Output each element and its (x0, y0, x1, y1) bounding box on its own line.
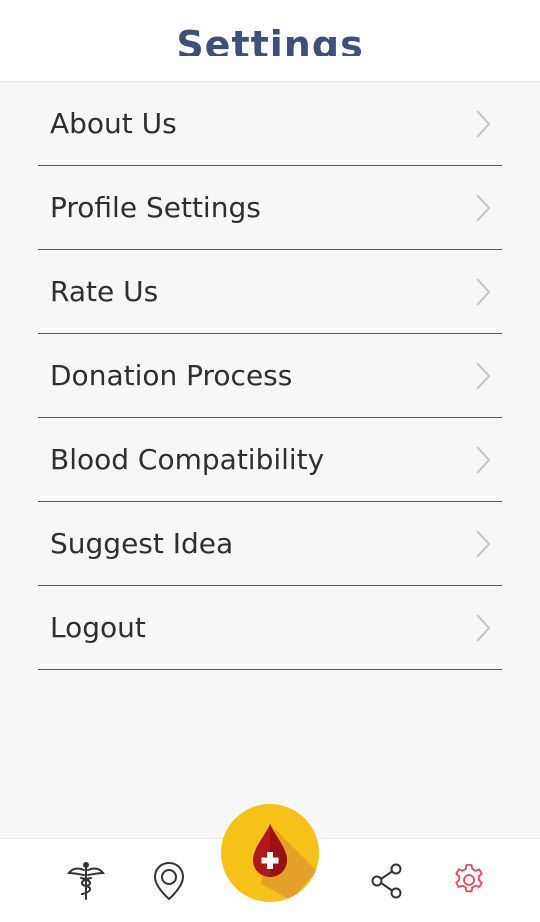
share-icon[interactable] (370, 863, 404, 899)
header-bar: Settings (0, 0, 540, 82)
menu-item-label: About Us (50, 107, 177, 140)
chevron-right-icon (476, 194, 491, 222)
menu-item-label: Rate Us (50, 275, 159, 308)
menu-item-donation-process[interactable]: Donation Process (38, 334, 502, 418)
menu-item-logout[interactable]: Logout (38, 586, 502, 670)
chevron-right-icon (476, 362, 491, 390)
settings-menu: About Us Profile Settings Rate Us Donati… (38, 82, 502, 670)
chevron-right-icon (476, 614, 491, 642)
menu-item-label: Donation Process (50, 359, 293, 392)
menu-item-profile-settings[interactable]: Profile Settings (38, 166, 502, 250)
menu-item-rate-us[interactable]: Rate Us (38, 250, 502, 334)
menu-item-blood-compatibility[interactable]: Blood Compatibility (38, 418, 502, 502)
chevron-right-icon (476, 278, 491, 306)
map-pin-icon[interactable] (153, 861, 185, 901)
donate-blood-button[interactable] (221, 804, 319, 902)
menu-item-label: Suggest Idea (50, 527, 234, 560)
menu-item-label: Blood Compatibility (50, 443, 325, 476)
menu-item-suggest-idea[interactable]: Suggest Idea (38, 502, 502, 586)
chevron-right-icon (476, 110, 491, 138)
page-title: Settings (176, 23, 364, 56)
menu-item-label: Profile Settings (50, 191, 261, 224)
caduceus-icon[interactable] (67, 861, 105, 901)
chevron-right-icon (476, 446, 491, 474)
menu-item-label: Logout (50, 611, 146, 644)
blood-drop-plus-icon (253, 824, 317, 900)
chevron-right-icon (476, 530, 491, 558)
menu-item-about-us[interactable]: About Us (38, 82, 502, 166)
gear-icon[interactable] (452, 863, 486, 897)
